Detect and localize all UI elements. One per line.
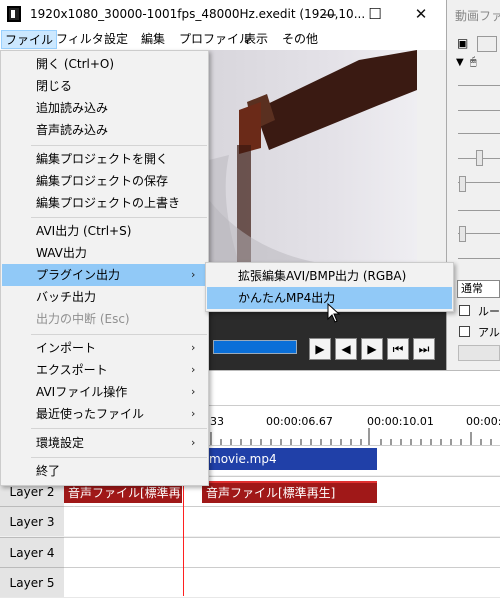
menu-bar: ファイル フィルタ 設定 編集 プロファイル 表示 その他 — [0, 28, 446, 50]
app-icon — [7, 6, 21, 22]
ruler-ticks — [210, 428, 492, 445]
slider-knob[interactable] — [459, 176, 466, 192]
layer-row-4[interactable] — [64, 537, 500, 567]
mouse-icon: 🖱 — [470, 55, 477, 68]
loop-checkbox[interactable] — [459, 305, 470, 316]
file-menu: 開く (Ctrl+O) 閉じる 追加読み込み 音声読み込み 編集プロジェクトを開… — [0, 50, 209, 486]
reference-button[interactable] — [458, 345, 500, 361]
video-clip[interactable]: movie.mp4 — [207, 448, 377, 470]
blend-mode-select[interactable]: 通常 — [457, 280, 500, 298]
side-window-title: 動画ファイ — [455, 9, 500, 23]
menu-view[interactable]: 表示 — [241, 30, 271, 49]
menu-item-save-project[interactable]: 編集プロジェクトの保存 — [2, 170, 208, 192]
prev-frame-icon[interactable]: ◀ — [335, 338, 357, 360]
close-button[interactable]: ✕ — [398, 0, 444, 28]
menu-item-exit[interactable]: 終了 — [2, 460, 208, 482]
dropdown-button[interactable] — [477, 36, 497, 52]
tick-label: 00:00:10.01 — [367, 415, 434, 428]
submenu-arrow-icon: › — [191, 436, 196, 449]
submenu-arrow-icon: › — [191, 341, 196, 354]
maximize-button[interactable]: ☐ — [352, 0, 398, 28]
menu-other[interactable]: その他 — [279, 30, 321, 49]
mouse-cursor-icon — [327, 303, 341, 323]
tick-label: 33 — [210, 415, 224, 428]
submenu-arrow-icon: › — [191, 407, 196, 420]
loop-label: ループ — [478, 305, 500, 318]
play-icon[interactable]: ▶ — [309, 338, 331, 360]
tick-label: 00:00:06.67 — [266, 415, 333, 428]
go-end-icon[interactable]: ⏭ — [413, 338, 435, 360]
menu-item-export[interactable]: エクスポート — [2, 359, 208, 381]
layer-header-3[interactable]: Layer 3 — [0, 506, 64, 536]
menu-item-open-project[interactable]: 編集プロジェクトを開く — [2, 148, 208, 170]
layer-row-5[interactable] — [64, 567, 500, 597]
menu-item-label: プラグイン出力 — [36, 268, 121, 282]
menu-filter[interactable]: フィルタ — [53, 30, 107, 49]
menu-settings[interactable]: 設定 — [101, 30, 131, 49]
menu-item-recent-files[interactable]: 最近使ったファイル — [2, 403, 208, 425]
slider-knob[interactable] — [459, 226, 466, 242]
menu-item-append[interactable]: 追加読み込み — [2, 97, 208, 119]
menu-item-preferences[interactable]: 環境設定 — [2, 432, 208, 454]
menu-item-import[interactable]: インポート — [2, 337, 208, 359]
menu-item-avi-file-ops[interactable]: AVIファイル操作 — [2, 381, 208, 403]
menu-file[interactable]: ファイル — [1, 30, 58, 49]
menu-item-open[interactable]: 開く (Ctrl+O) — [2, 53, 208, 75]
menu-item-wav-output[interactable]: WAV出力 — [2, 242, 208, 264]
menu-item-plugin-output[interactable]: プラグイン出力 — [2, 264, 208, 286]
alpha-label: アルフ — [478, 326, 500, 339]
bottle-image — [209, 50, 417, 263]
menu-item-overwrite-project[interactable]: 編集プロジェクトの上書き — [2, 192, 208, 214]
menu-item-exedit-avi-bmp-output[interactable]: 拡張編集AVI/BMP出力 (RGBA) — [207, 265, 452, 287]
video-preview — [209, 50, 417, 263]
layer-header-4[interactable]: Layer 4 — [0, 537, 64, 567]
seek-bar[interactable] — [213, 340, 297, 354]
menu-item-close[interactable]: 閉じる — [2, 75, 208, 97]
menu-edit[interactable]: 編集 — [138, 30, 168, 49]
submenu-arrow-icon: › — [191, 268, 196, 281]
expand-icon[interactable]: ▼ — [456, 57, 464, 68]
menu-item-batch-output[interactable]: バッチ出力 — [2, 286, 208, 308]
title-bar[interactable]: 1920x1080_30000-1001fps_48000Hz.exedit (… — [0, 0, 446, 28]
menu-item-avi-output[interactable]: AVI出力 (Ctrl+S) — [2, 220, 208, 242]
menu-separator — [31, 145, 207, 146]
menu-separator — [31, 428, 207, 429]
menu-separator — [31, 457, 207, 458]
menu-item-audio-load[interactable]: 音声読み込み — [2, 119, 208, 141]
minimize-button[interactable]: — — [306, 0, 352, 28]
menu-separator — [31, 217, 207, 218]
submenu-arrow-icon: › — [191, 385, 196, 398]
image-icon[interactable]: ▣ — [457, 36, 468, 50]
alpha-checkbox[interactable] — [459, 326, 470, 337]
next-frame-icon[interactable]: ▶ — [361, 338, 383, 360]
menu-separator — [31, 334, 207, 335]
layer-header-5[interactable]: Layer 5 — [0, 567, 64, 597]
menu-item-abort-output: 出力の中断 (Esc) — [36, 312, 130, 326]
tick-label: 00:00:1 — [466, 415, 500, 428]
slider-knob[interactable] — [476, 150, 483, 166]
submenu-arrow-icon: › — [191, 363, 196, 376]
audio-clip[interactable]: 音声ファイル[標準再生] — [202, 481, 377, 503]
layer-row-3[interactable] — [64, 506, 500, 536]
go-start-icon[interactable]: ⏮ — [387, 338, 409, 360]
